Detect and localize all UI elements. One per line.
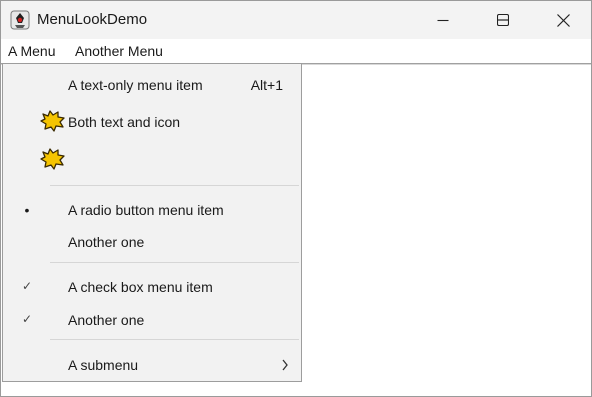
minimize-button-real[interactable] bbox=[420, 1, 466, 39]
a-menu-popup: A text-only menu item Alt+1 Both text an… bbox=[2, 63, 302, 382]
check-mark-icon: ✓ bbox=[21, 279, 33, 293]
accelerator-label: Alt+1 bbox=[250, 77, 283, 93]
close-icon bbox=[556, 13, 570, 27]
menu-separator bbox=[50, 262, 299, 263]
close-button[interactable] bbox=[540, 1, 586, 39]
menu-item-label: Both text and icon bbox=[68, 114, 181, 130]
burst-star-icon bbox=[40, 148, 65, 170]
minimize-icon bbox=[437, 19, 449, 22]
menu-bar: A Menu Another Menu bbox=[1, 39, 591, 63]
menu-item-label: A submenu bbox=[68, 357, 139, 373]
menu-item-radio-1[interactable]: • A radio button menu item bbox=[3, 202, 301, 222]
window-title: MenuLookDemo bbox=[37, 11, 148, 28]
menu-item-label: A radio button menu item bbox=[68, 202, 224, 218]
menu-separator bbox=[50, 185, 299, 186]
java-duke-icon bbox=[10, 10, 30, 30]
menu-item-label: A check box menu item bbox=[68, 279, 213, 295]
menu-item-text-and-icon[interactable]: Both text and icon bbox=[3, 110, 301, 134]
chevron-right-icon bbox=[282, 359, 288, 371]
menu-item-checkbox-1[interactable]: ✓ A check box menu item bbox=[3, 279, 301, 299]
menu-item-label: A text-only menu item bbox=[68, 77, 203, 93]
maximize-button[interactable] bbox=[480, 1, 526, 39]
menu-another-menu[interactable]: Another Menu bbox=[75, 43, 163, 59]
menu-separator bbox=[50, 339, 299, 340]
menu-item-radio-2[interactable]: Another one bbox=[3, 234, 301, 254]
app-window: MenuLookDemo A Menu Another Menu A text-… bbox=[0, 0, 592, 397]
menu-item-label: Another one bbox=[68, 312, 145, 328]
check-mark-icon: ✓ bbox=[21, 312, 33, 326]
radio-selected-mark: • bbox=[24, 202, 30, 218]
menu-item-checkbox-2[interactable]: ✓ Another one bbox=[3, 312, 301, 332]
menu-item-label: Another one bbox=[68, 234, 145, 250]
maximize-icon bbox=[497, 14, 509, 26]
menu-item-icon-only[interactable] bbox=[3, 148, 301, 172]
burst-star-icon bbox=[40, 110, 65, 132]
menu-item-submenu[interactable]: A submenu bbox=[3, 357, 301, 377]
menu-a-menu[interactable]: A Menu bbox=[8, 43, 55, 59]
menu-item-text-only[interactable]: A text-only menu item Alt+1 bbox=[3, 77, 301, 97]
